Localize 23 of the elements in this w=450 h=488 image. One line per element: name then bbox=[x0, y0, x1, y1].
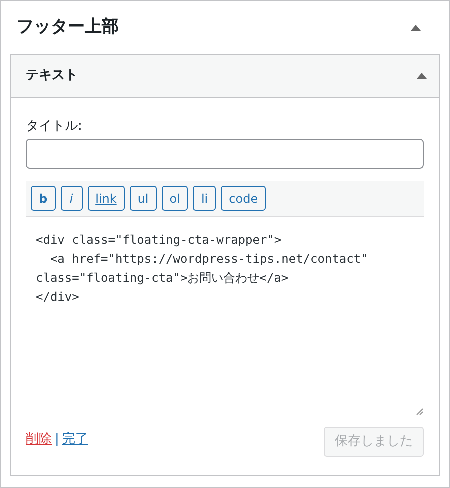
format-button[interactable]: i bbox=[60, 186, 83, 211]
format-button[interactable]: ul bbox=[130, 186, 157, 211]
code-line: <a href="https://wordpress-tips.net/contact" bbox=[49, 251, 368, 268]
title-label: タイトル: bbox=[26, 118, 84, 136]
code-line: </div> bbox=[36, 289, 80, 306]
content-textarea[interactable]: <div class="floating-cta-wrapper"> <a href="https://wordpress-tips.net/contact" class="floating-cta">お問い合わせ</a> </div> bbox=[26, 217, 424, 417]
format-button[interactable]: li bbox=[193, 186, 216, 211]
code-line: class="floating-cta">お問い合わせ</a> bbox=[36, 270, 289, 287]
format-button[interactable]: b bbox=[31, 186, 56, 211]
delete-link[interactable]: 削除 bbox=[26, 430, 52, 450]
widget-header[interactable]: テキスト bbox=[11, 54, 439, 98]
widget-title: テキスト bbox=[26, 66, 78, 85]
area-title: フッター上部 bbox=[17, 16, 119, 39]
format-button[interactable]: code bbox=[221, 186, 266, 211]
collapse-arrow-icon[interactable] bbox=[417, 72, 427, 78]
resize-handle-icon[interactable] bbox=[416, 408, 423, 415]
done-link[interactable]: 完了 bbox=[62, 430, 88, 450]
format-button[interactable]: link bbox=[88, 186, 125, 211]
link-separator: | bbox=[55, 431, 60, 449]
format-button[interactable]: ol bbox=[162, 186, 188, 211]
collapse-arrow-icon[interactable] bbox=[411, 24, 421, 31]
title-input[interactable] bbox=[26, 139, 424, 169]
code-line: <div class="floating-cta-wrapper"> bbox=[36, 232, 282, 249]
